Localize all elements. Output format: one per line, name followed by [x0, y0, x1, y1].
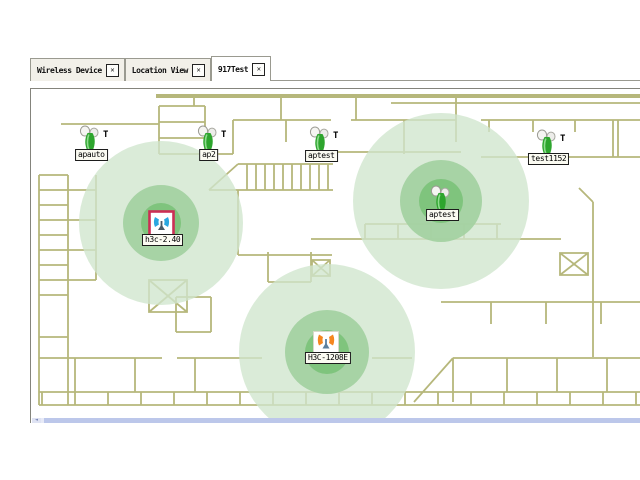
device-layer: Tapauto Tap2 Taptest Ttest1152 h3c-2.40 …: [32, 90, 640, 418]
floor-plan-map[interactable]: Tapauto Tap2 Taptest Ttest1152 h3c-2.40 …: [32, 90, 640, 418]
tab-location-view[interactable]: Location View ✕: [125, 58, 211, 81]
horizontal-scrollbar[interactable]: ◄: [32, 418, 640, 423]
scroll-left-arrow-icon[interactable]: ◄: [32, 418, 41, 423]
tab-label: 917Test: [218, 65, 248, 74]
close-icon[interactable]: ✕: [106, 64, 119, 77]
location-view-panel: Tapauto Tap2 Taptest Ttest1152 h3c-2.40 …: [30, 88, 640, 423]
device-flag: T: [560, 134, 565, 144]
device-label: aptest: [426, 209, 459, 221]
tab-label: Wireless Device: [37, 66, 102, 75]
tab-917test[interactable]: 917Test ✕: [211, 56, 271, 81]
device-label: h3c-2.40: [142, 234, 183, 246]
close-icon[interactable]: ✕: [252, 63, 265, 76]
scrollbar-thumb[interactable]: [44, 418, 640, 423]
device-label: test1152: [528, 153, 569, 165]
device-label: apauto: [75, 149, 108, 161]
device-label: ap2: [199, 149, 218, 161]
tab-bar: Wireless Device ✕ Location View ✕ 917Tes…: [30, 57, 640, 81]
device-label: aptest: [305, 150, 338, 162]
tab-label: Location View: [132, 66, 188, 75]
device-flag: T: [103, 130, 108, 140]
device-label: H3C-1208E: [305, 352, 351, 364]
device-flag: T: [221, 130, 226, 140]
tab-wireless-device[interactable]: Wireless Device ✕: [30, 58, 125, 81]
device-flag: T: [333, 131, 338, 141]
close-icon[interactable]: ✕: [192, 64, 205, 77]
